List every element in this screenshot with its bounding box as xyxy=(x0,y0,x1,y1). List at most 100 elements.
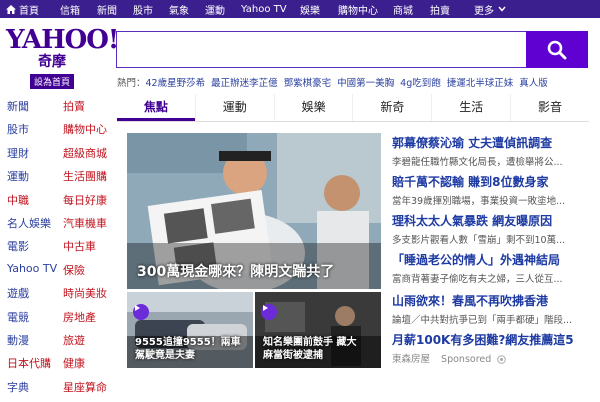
left-nav-item[interactable]: Yahoo TV xyxy=(7,262,57,275)
tab-sports[interactable]: 運動 xyxy=(194,94,274,121)
play-icon xyxy=(261,304,277,320)
top-nav-home-label: 首頁 xyxy=(19,5,39,17)
left-nav-item[interactable]: 新聞 xyxy=(7,98,29,114)
left-nav-item[interactable]: 每日好康 xyxy=(63,192,107,208)
left-nav-item[interactable]: 時尚美妝 xyxy=(63,285,107,301)
top-nav-yahoo-tv[interactable]: Yahoo TV xyxy=(241,4,287,15)
video-thumb-caption-line: 知名樂團前鼓手 藏大 xyxy=(263,337,357,348)
top-nav-entertainment[interactable]: 娛樂 xyxy=(300,2,320,17)
hot-keywords: 熱門：42歲星野莎希 最正辦迷李芷億 鄧紫棋豪宅 中國第一美胸 4g吃到飽 捷運北半球正妹… xyxy=(117,75,600,89)
left-nav-item[interactable]: 保險 xyxy=(63,262,85,278)
hot-label: 熱門： xyxy=(117,78,146,89)
headline-item[interactable]: 山雨欲來！春風不再吹拂香港 論壇／中共對抗爭已到「兩手都硬」階段... xyxy=(392,292,600,326)
set-homepage-button[interactable]: 設為首頁 xyxy=(29,74,74,89)
left-nav-item[interactable]: 日本代購 xyxy=(7,355,51,371)
hot-keyword[interactable]: 42歲星野莎希 xyxy=(146,78,206,89)
left-nav-item[interactable]: 星座算命 xyxy=(63,379,107,395)
hero-caption: 300萬現金哪來？陳明文踹共了 xyxy=(137,264,335,280)
headline-summary: 論壇／中共對抗爭已到「兩手都硬」階段... xyxy=(392,315,573,326)
top-nav-mall[interactable]: 商城 xyxy=(393,2,413,17)
sponsored-item[interactable]: 月薪100K有多困難?網友推薦這5 東森房屋 Sponsored xyxy=(392,331,600,365)
left-nav-item[interactable]: 理財 xyxy=(7,145,29,161)
top-nav-more-label: 更多 xyxy=(474,5,494,17)
headline-item[interactable]: 「睡過老公的情人」外遇神結局 富商背著妻子偷吃有夫之婦，三人從互... xyxy=(392,251,600,285)
left-nav-item[interactable]: 股市 xyxy=(7,121,29,137)
hot-keyword[interactable]: 中國第一美胸 xyxy=(337,78,394,89)
home-icon xyxy=(6,4,16,14)
hot-keyword[interactable]: 4g吃到飽 xyxy=(400,78,441,89)
top-nav: 首頁 信箱 新聞 股市 氣象 運動 Yahoo TV 娛樂 購物中心 商城 拍賣… xyxy=(0,0,600,18)
hot-keyword[interactable]: 最正辦迷李芷億 xyxy=(211,78,278,89)
left-nav-item[interactable]: 健康 xyxy=(63,355,85,371)
headline-title[interactable]: 賠千萬不認輸 賺到8位數身家 xyxy=(392,173,600,190)
hero-story[interactable]: 300萬現金哪來？陳明文踹共了 xyxy=(127,133,381,289)
left-nav-item[interactable]: 電競 xyxy=(7,309,29,325)
left-nav-item[interactable]: 拍賣 xyxy=(63,98,85,114)
left-nav-item[interactable]: 旅遊 xyxy=(63,332,85,348)
sponsored-title[interactable]: 月薪100K有多困難?網友推薦這5 xyxy=(392,331,600,348)
headline-summary: 李碧龍任職竹縣文化局長，遭檢舉將公... xyxy=(392,157,563,168)
top-nav-weather[interactable]: 氣象 xyxy=(169,2,189,17)
ad-info-icon[interactable] xyxy=(497,355,507,364)
headline-title[interactable]: 山雨欲來！春風不再吹拂香港 xyxy=(392,292,600,309)
tab-focus[interactable]: 焦點 xyxy=(117,94,195,121)
top-nav-home[interactable]: 首頁 xyxy=(0,2,58,17)
left-nav-item[interactable]: 房地產 xyxy=(63,309,96,325)
headline-title[interactable]: 郭幕僚蔡沁瑜 丈夫遭偵訊調查 xyxy=(392,134,600,151)
search-bar xyxy=(116,31,588,68)
headline-summary: 富商背著妻子偷吃有夫之婦，三人從互... xyxy=(392,274,563,285)
video-thumb[interactable]: 9555追撞9555！兩車 駕駛竟是夫妻 xyxy=(127,292,253,368)
headline-item[interactable]: 理科太太人氣暴跌 網友曝原因 多支影片觀看人數「雪崩」剩不到10萬... xyxy=(392,212,600,246)
tab-life[interactable]: 生活 xyxy=(431,94,510,121)
sponsor-name: 東森房屋 xyxy=(392,354,431,365)
headline-summary: 多支影片觀看人數「雪崩」剩不到10萬... xyxy=(392,235,566,246)
video-thumb-caption: 9555追撞9555！兩車 駕駛竟是夫妻 xyxy=(135,336,249,362)
left-nav-item[interactable]: 名人娛樂 xyxy=(7,215,51,231)
tab-entertainment[interactable]: 娛樂 xyxy=(273,94,353,121)
video-thumb[interactable]: 知名樂團前鼓手 藏大 麻當街被逮捕 xyxy=(255,292,381,368)
top-nav-stock[interactable]: 股市 xyxy=(133,2,153,17)
left-nav: 新聞 拍賣股市 購物中心理財 超級商城運動 生活團購中職 每日好康 名人娛樂 汽車機車電影 中古… xyxy=(0,96,112,402)
left-nav-item[interactable]: 購物中心 xyxy=(63,121,107,137)
search-input[interactable] xyxy=(116,31,526,68)
left-nav-item[interactable]: 遊戲 xyxy=(7,285,29,301)
left-nav-item[interactable]: 汽車機車 xyxy=(63,215,107,231)
top-nav-sports[interactable]: 運動 xyxy=(205,2,225,17)
tab-video[interactable]: 影音 xyxy=(510,94,589,121)
yahoo-logo[interactable]: YAHOO! 奇摩 設為首頁 xyxy=(6,25,119,89)
headline-title[interactable]: 理科太太人氣暴跌 網友曝原因 xyxy=(392,212,600,229)
top-nav-mail[interactable]: 信箱 xyxy=(60,2,80,17)
video-thumb-caption-line: 麻當街被逮捕 xyxy=(263,350,323,361)
video-thumb-caption-line: 9555追撞9555！兩車 xyxy=(135,337,241,348)
sponsored-label: Sponsored xyxy=(441,354,492,365)
search-icon xyxy=(547,40,567,59)
headline-item[interactable]: 賠千萬不認輸 賺到8位數身家 當年39歲揮別職場，事業投資一敗塗地... xyxy=(392,173,600,207)
top-nav-more[interactable]: 更多 xyxy=(474,2,506,17)
left-nav-item[interactable]: 電影 xyxy=(7,238,29,254)
left-nav-item[interactable]: 動漫 xyxy=(7,332,29,348)
left-nav-item[interactable]: 超級商城 xyxy=(63,145,107,161)
search-button[interactable] xyxy=(526,31,588,68)
left-nav-item[interactable]: 字典 xyxy=(7,379,29,395)
headline-item[interactable]: 郭幕僚蔡沁瑜 丈夫遭偵訊調查 李碧龍任職竹縣文化局長，遭檢舉將公... xyxy=(392,134,600,168)
top-nav-news[interactable]: 新聞 xyxy=(97,2,117,17)
logo-brand: YAHOO! xyxy=(6,25,119,55)
left-nav-item[interactable]: 中職 xyxy=(7,192,29,208)
chevron-down-icon xyxy=(498,6,506,12)
video-thumb-caption-line: 駕駛竟是夫妻 xyxy=(135,350,195,361)
left-nav-item[interactable]: 生活團購 xyxy=(63,168,107,184)
hot-keyword[interactable]: 鄧紫棋豪宅 xyxy=(284,78,332,89)
headline-title[interactable]: 「睡過老公的情人」外遇神結局 xyxy=(392,251,600,268)
news-tabs: 焦點 運動 娛樂 新奇 生活 影音 xyxy=(117,94,589,122)
left-nav-item[interactable]: 運動 xyxy=(7,168,29,184)
logo-cn: 奇摩 xyxy=(38,54,66,70)
tab-novelty[interactable]: 新奇 xyxy=(352,94,431,121)
sponsored-meta: 東森房屋 Sponsored xyxy=(392,351,600,365)
hot-keyword[interactable]: 捷運北半球正妹 xyxy=(447,78,514,89)
video-thumb-caption: 知名樂團前鼓手 藏大 麻當街被逮捕 xyxy=(263,336,377,362)
top-nav-auction[interactable]: 拍賣 xyxy=(430,2,450,17)
top-nav-shopping[interactable]: 購物中心 xyxy=(338,2,378,17)
hot-keyword[interactable]: 真人版 xyxy=(519,78,548,89)
play-icon xyxy=(133,304,149,320)
left-nav-item[interactable]: 中古車 xyxy=(63,238,96,254)
